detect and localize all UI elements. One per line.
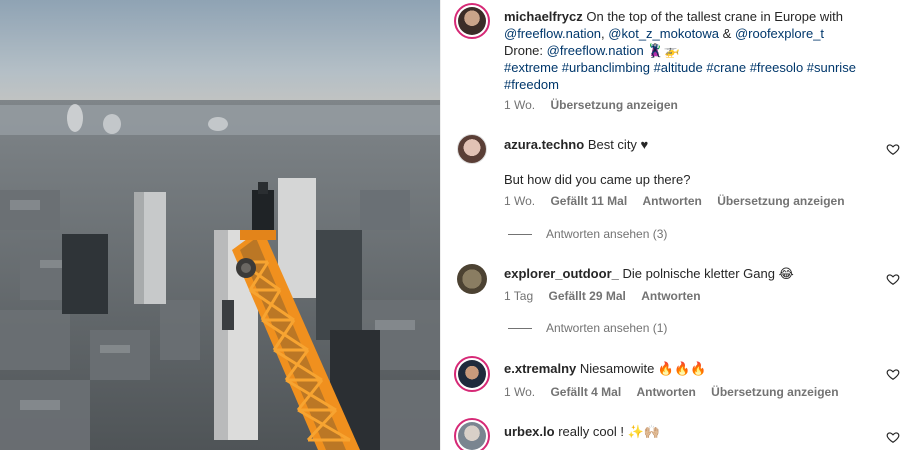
comment-text-2: But how did you came up there?	[504, 172, 691, 187]
comment-text: azura.techno Best city ♥	[504, 136, 648, 153]
comment-body: really cool ! ✨🙌🏼	[558, 424, 660, 439]
mention-link[interactable]: @freeflow.nation	[547, 43, 644, 58]
translate-link[interactable]: Übersetzung anzeigen	[550, 98, 677, 112]
hashtags[interactable]: #extreme #urbanclimbing #altitude #crane…	[504, 60, 856, 75]
comment-likes[interactable]: Gefällt 4 Mal	[550, 385, 621, 399]
comment-likes[interactable]: Gefällt 29 Mal	[548, 289, 625, 303]
heart-icon[interactable]	[886, 367, 900, 381]
comment-avatar[interactable]	[457, 264, 487, 294]
post-author-username[interactable]: michaelfrycz	[504, 9, 583, 24]
comment-body: Die polnische kletter Gang 😂	[622, 266, 794, 281]
comment-meta: 1 Wo. Gefällt 4 Mal Antworten Übersetzun…	[504, 384, 851, 400]
heart-icon[interactable]	[886, 430, 900, 444]
translate-link[interactable]: Übersetzung anzeigen	[717, 194, 844, 208]
comment-likes[interactable]: Gefällt 11 Mal	[550, 194, 627, 208]
comment-body: Best city ♥	[587, 137, 649, 152]
caption-emoji: 🦹‍♂️🚁	[647, 43, 680, 58]
comment-time: 1 Wo.	[504, 385, 536, 399]
view-replies-button[interactable]: Antworten ansehen (1)	[508, 321, 667, 335]
hashtags[interactable]: #freedom	[504, 77, 559, 92]
comment-time: 1 Wo.	[504, 194, 536, 208]
divider	[508, 233, 532, 235]
post-photo[interactable]	[0, 0, 440, 450]
view-replies-label: Antworten ansehen (1)	[546, 321, 668, 335]
comment-text: e.xtremalny Niesamowite 🔥🔥🔥	[504, 360, 706, 377]
caption-text: On the top of the tallest crane in Europ…	[586, 9, 843, 24]
comment-meta: 1 Tag Gefällt 29 Mal Antworten	[504, 288, 713, 304]
mention-link[interactable]: @kot_z_mokotowa	[608, 26, 719, 41]
divider	[508, 327, 532, 329]
post-time: 1 Wo.	[504, 98, 536, 112]
comment-meta: 1 Wo. Gefällt 11 Mal Antworten Übersetzu…	[504, 193, 857, 209]
translate-link[interactable]: Übersetzung anzeigen	[711, 385, 838, 399]
crane-cityscape-image	[0, 0, 440, 450]
comment-username[interactable]: explorer_outdoor_	[504, 266, 619, 281]
drone-label: Drone:	[504, 43, 544, 58]
separator: ,	[601, 26, 605, 41]
heart-icon[interactable]	[886, 142, 900, 156]
reply-button[interactable]: Antworten	[637, 385, 696, 399]
post-meta: 1 Wo. Übersetzung anzeigen	[504, 97, 690, 113]
view-replies-button[interactable]: Antworten ansehen (3)	[508, 227, 667, 241]
comment-username[interactable]: azura.techno	[504, 137, 584, 152]
comment-avatar[interactable]	[457, 134, 487, 164]
reply-button[interactable]: Antworten	[643, 194, 702, 208]
mention-link[interactable]: @freeflow.nation	[504, 26, 601, 41]
reply-button[interactable]: Antworten	[641, 289, 700, 303]
comment-username[interactable]: e.xtremalny	[504, 361, 576, 376]
post-caption: michaelfrycz On the top of the tallest c…	[504, 8, 894, 93]
post-author-avatar[interactable]	[454, 3, 490, 39]
comment-avatar[interactable]	[454, 418, 490, 450]
view-replies-label: Antworten ansehen (3)	[546, 227, 668, 241]
comments-panel: michaelfrycz On the top of the tallest c…	[440, 0, 900, 450]
comment-avatar[interactable]	[454, 356, 490, 392]
comment-body: Niesamowite 🔥🔥🔥	[579, 361, 707, 376]
comment-text: urbex.lo really cool ! ✨🙌🏼	[504, 423, 660, 440]
comment-text: explorer_outdoor_ Die polnische kletter …	[504, 265, 794, 282]
separator: &	[722, 26, 732, 41]
mention-link[interactable]: @roofexplore_t	[735, 26, 824, 41]
heart-icon[interactable]	[886, 272, 900, 286]
comment-username[interactable]: urbex.lo	[504, 424, 555, 439]
comment-time: 1 Tag	[504, 289, 534, 303]
